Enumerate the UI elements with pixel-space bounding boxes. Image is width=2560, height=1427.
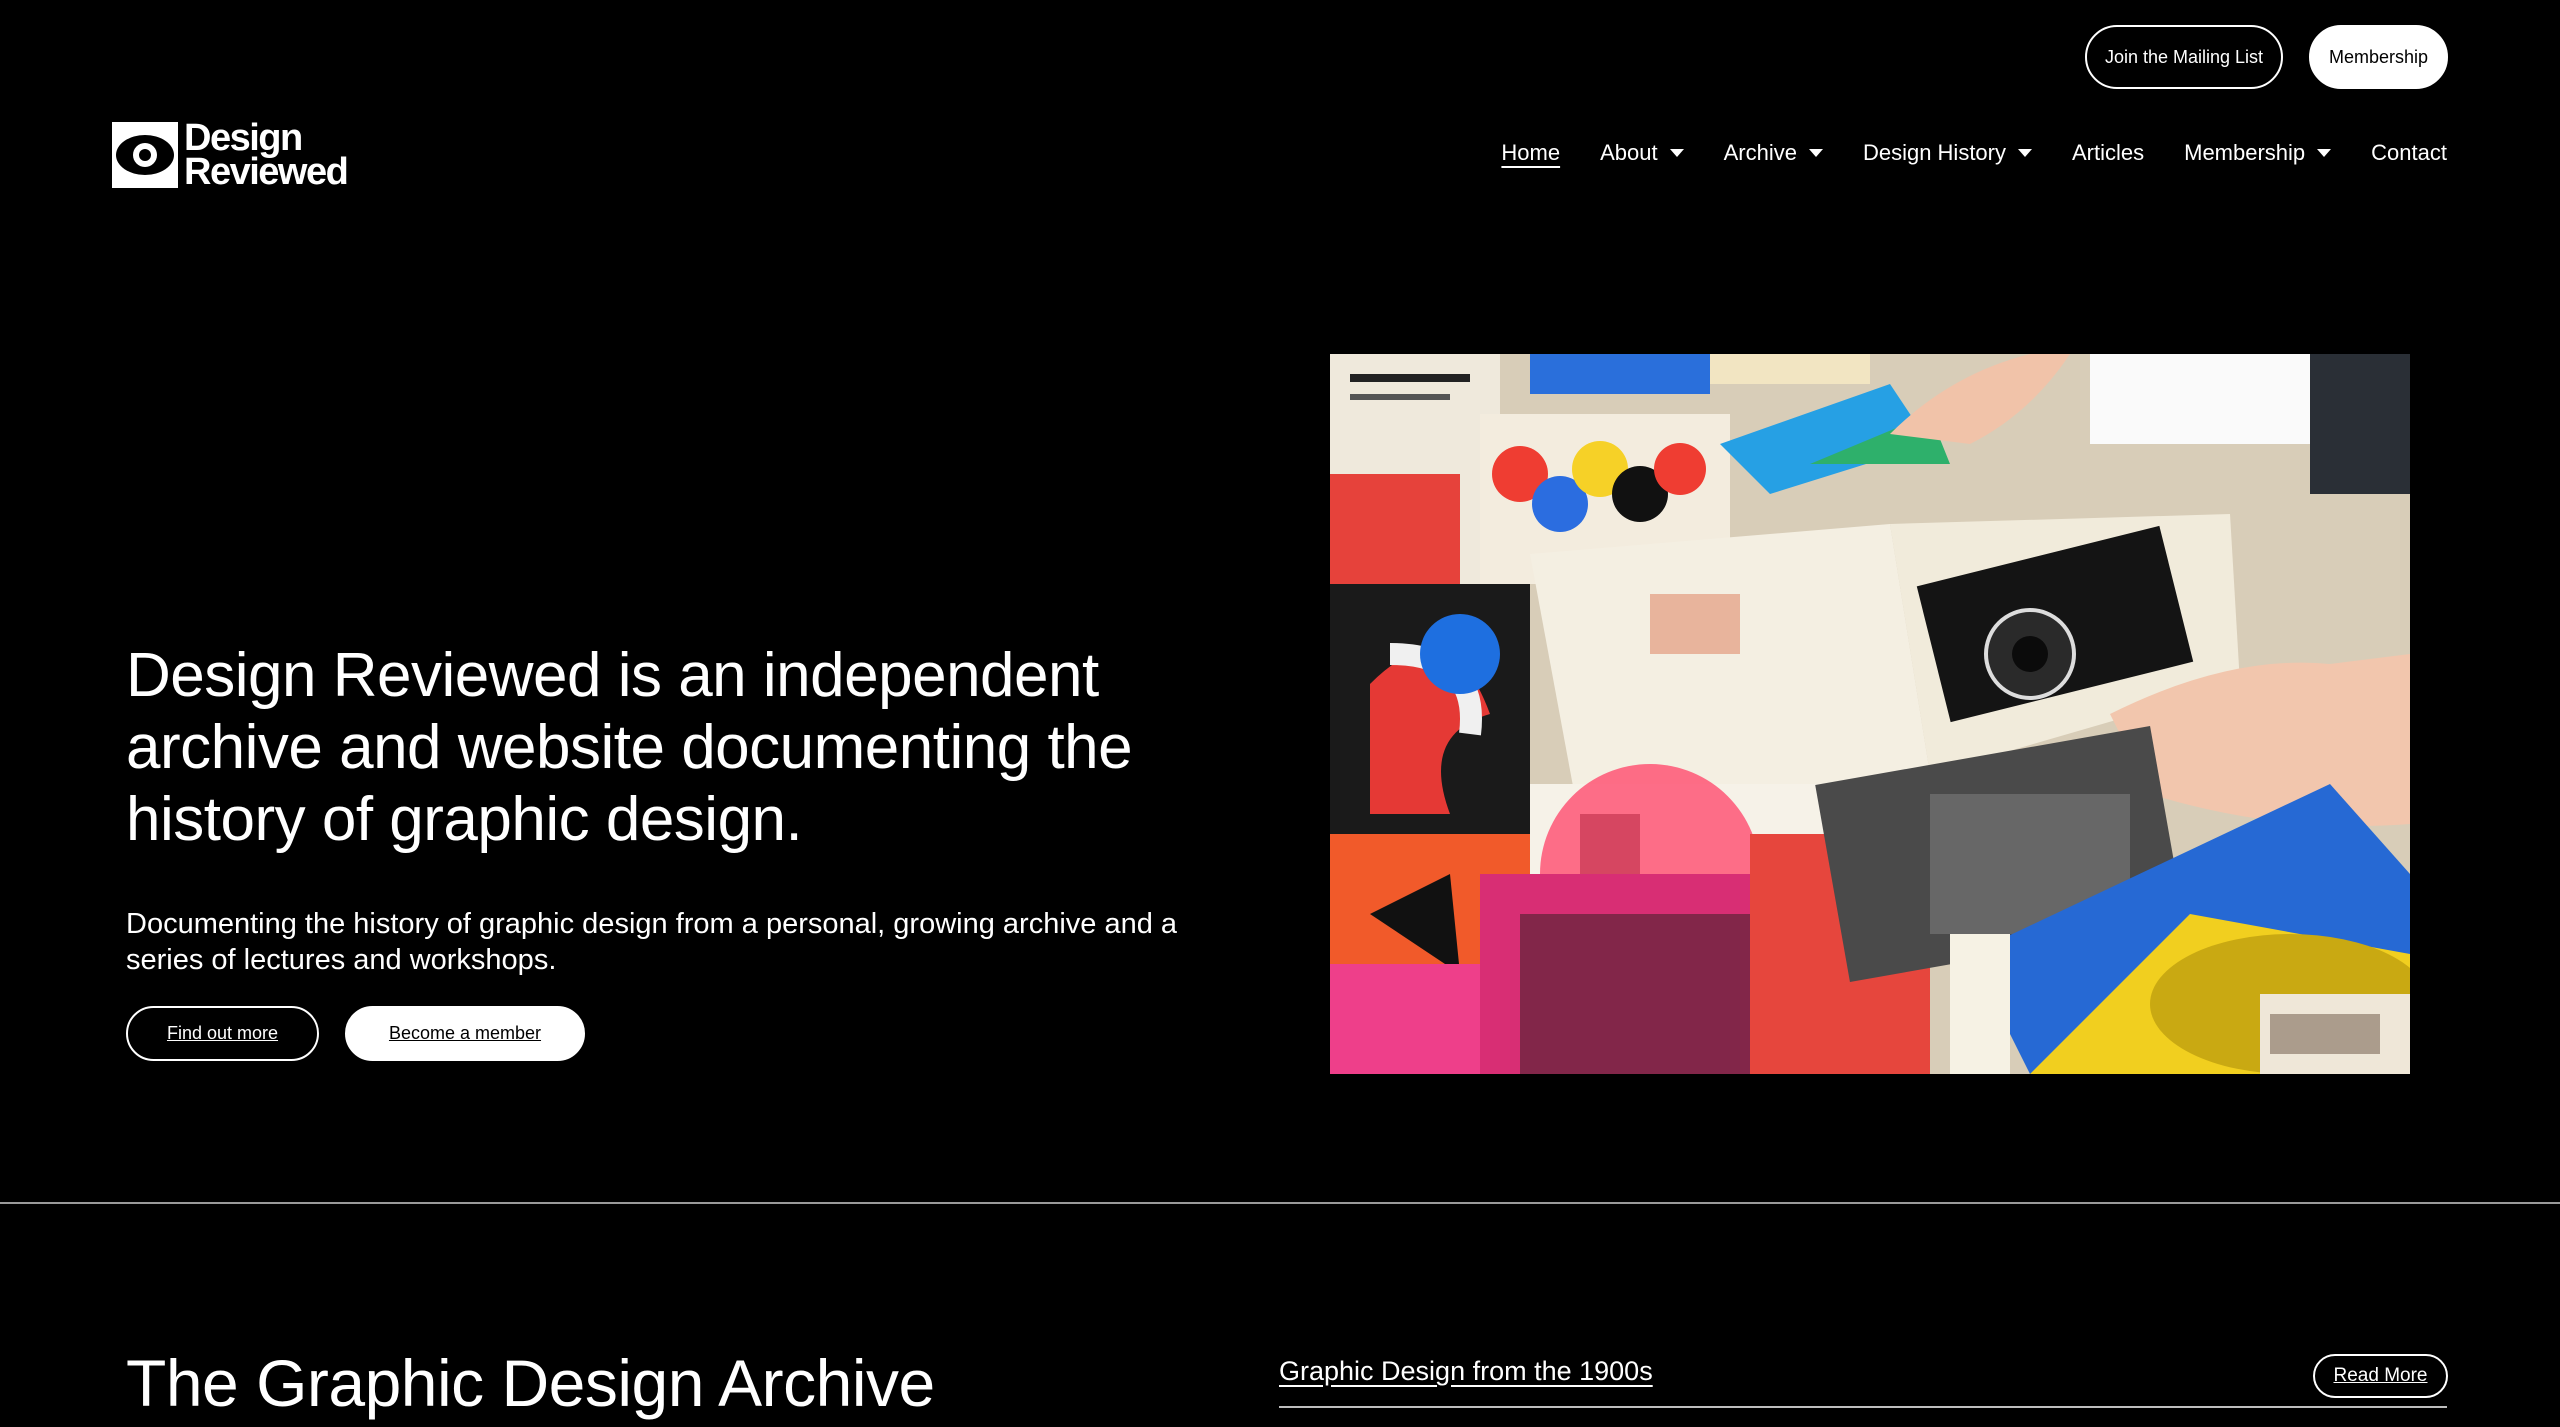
nav-item-contact[interactable]: Contact [2371,140,2447,166]
find-out-more-button[interactable]: Find out more [126,1006,319,1061]
caret-down-icon [2317,149,2332,157]
nav-item-label: About [1600,140,1658,165]
caret-down-icon [1669,149,1684,157]
nav-item-label: Archive [1723,140,1797,165]
nav-item-archive[interactable]: Archive [1724,140,1823,166]
join-mailing-list-button[interactable]: Join the Mailing List [2085,25,2283,89]
site-logo[interactable]: Design Reviewed [112,117,349,193]
nav-item-label: Membership [2184,140,2306,165]
main-nav: Home About Archive Design History Articl… [1461,140,2447,166]
nav-item-label: Contact [2371,140,2447,165]
join-mailing-list-label: Join the Mailing List [2104,46,2264,67]
caret-down-icon [1808,149,1823,157]
logo-line-1: Design [184,117,303,159]
become-member-button[interactable]: Become a member [345,1006,585,1061]
archive-item-link[interactable]: Graphic Design from the 1900s [1279,1356,1653,1387]
nav-item-label: Design History [1862,140,2006,165]
nav-item-about[interactable]: About [1600,140,1684,166]
become-member-label: Become a member [388,1023,542,1043]
caret-down-icon [2018,149,2032,157]
logo-wordmark: Design Reviewed [184,117,349,193]
nav-item-label: Home [1501,140,1561,165]
membership-top-label: Membership [2328,46,2429,67]
read-more-button[interactable]: Read More [2313,1354,2448,1398]
nav-item-label: Articles [2072,140,2145,165]
read-more-label: Read More [2333,1365,2428,1386]
logo-line-2: Reviewed [184,151,349,193]
nav-item-design-history[interactable]: Design History [1863,140,2032,166]
nav-item-articles[interactable]: Articles [2072,140,2144,166]
find-out-more-label: Find out more [166,1023,279,1043]
archive-item-rule [1279,1406,2447,1408]
nav-item-home[interactable]: Home [1501,140,1560,166]
eye-logo-icon [112,122,178,188]
hero-image [1330,354,2410,1074]
hero-title: Design Reviewed is an independent archiv… [126,641,1133,854]
nav-item-membership[interactable]: Membership [2184,140,2332,166]
membership-top-button[interactable]: Membership [2309,25,2448,89]
section-divider [0,1202,2560,1204]
archive-title: The Graphic Design Archive [126,1346,935,1420]
hero-subtitle: Documenting the history of graphic desig… [126,908,1178,976]
